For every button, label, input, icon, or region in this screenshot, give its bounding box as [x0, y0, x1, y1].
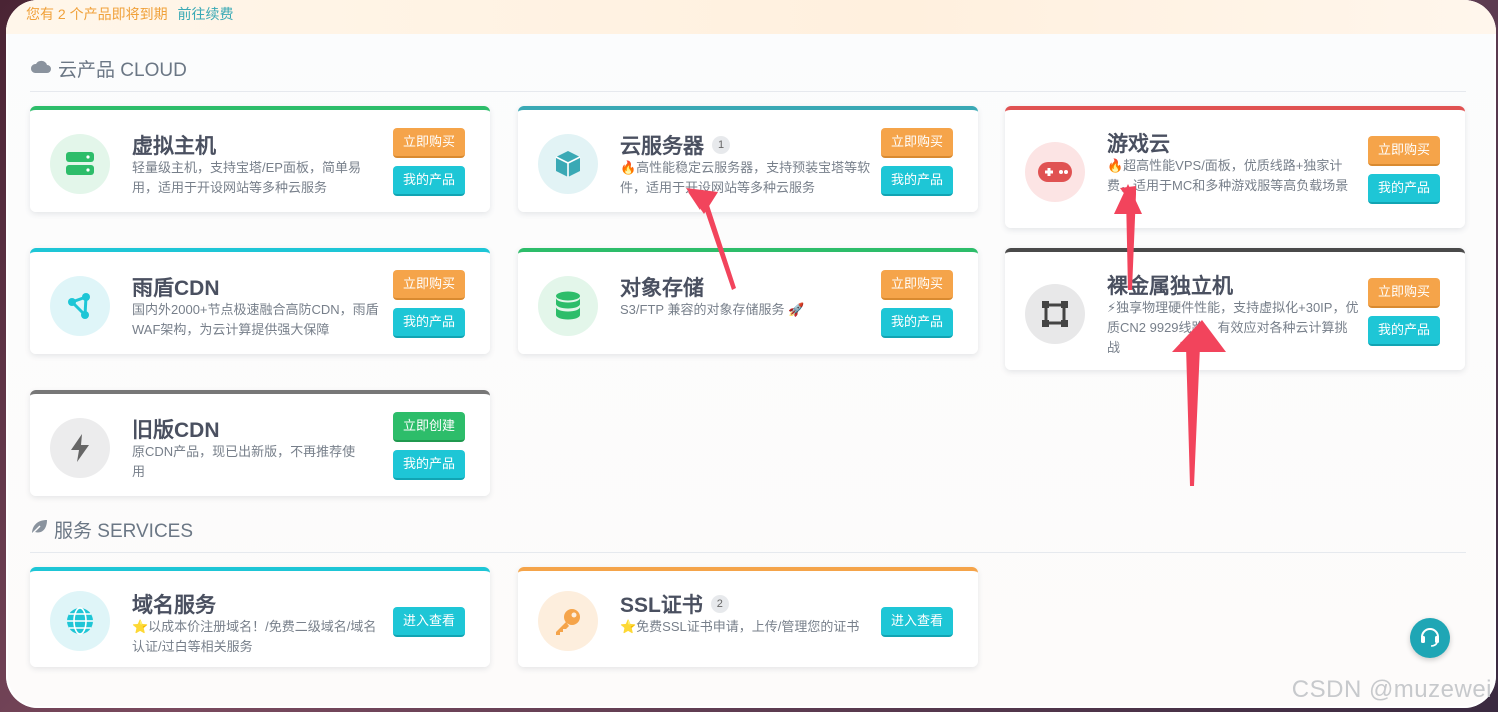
arrow-annotation — [686, 184, 1226, 486]
csdn-watermark: CSDN @muzewei — [1291, 676, 1492, 703]
